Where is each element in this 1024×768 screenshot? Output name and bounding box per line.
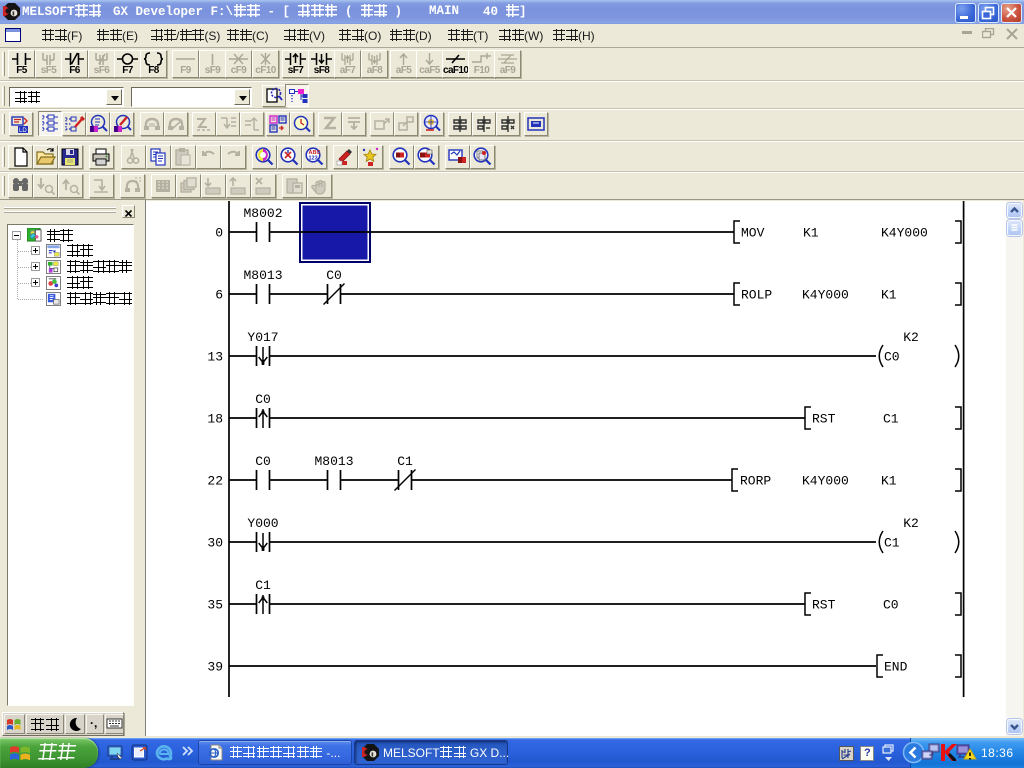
svg-text:END: END bbox=[884, 660, 908, 675]
svg-text:K1: K1 bbox=[881, 288, 897, 303]
svg-text:LD: LD bbox=[19, 128, 27, 134]
svg-text:30: 30 bbox=[207, 536, 223, 551]
svg-text:C1: C1 bbox=[883, 412, 899, 427]
svg-text:K4Y000: K4Y000 bbox=[802, 474, 849, 489]
svg-text:C0: C0 bbox=[326, 268, 342, 283]
svg-text:K4Y000: K4Y000 bbox=[802, 288, 849, 303]
svg-text:C0: C0 bbox=[883, 598, 899, 613]
svg-text:39: 39 bbox=[207, 660, 223, 675]
svg-text:M8013: M8013 bbox=[243, 268, 282, 283]
svg-text:0: 0 bbox=[215, 226, 223, 241]
svg-text:18: 18 bbox=[207, 412, 223, 427]
svg-text:K2: K2 bbox=[903, 330, 919, 345]
svg-text:M8013: M8013 bbox=[314, 454, 353, 469]
svg-text:C1: C1 bbox=[255, 578, 271, 593]
svg-text:RORP: RORP bbox=[740, 474, 771, 489]
svg-text:13: 13 bbox=[207, 350, 223, 365]
svg-text:K1: K1 bbox=[803, 226, 819, 241]
svg-text:Y000: Y000 bbox=[247, 516, 278, 531]
svg-text:K2: K2 bbox=[903, 516, 919, 531]
svg-text:22: 22 bbox=[207, 474, 223, 489]
svg-text:K1: K1 bbox=[881, 474, 897, 489]
svg-text:MOV: MOV bbox=[741, 226, 765, 241]
svg-text:RST: RST bbox=[812, 598, 836, 613]
svg-text:M8002: M8002 bbox=[243, 206, 282, 221]
svg-text:C1: C1 bbox=[397, 454, 413, 469]
svg-text:RST: RST bbox=[812, 412, 836, 427]
svg-text:K4Y000: K4Y000 bbox=[881, 226, 928, 241]
svg-text:C1: C1 bbox=[884, 536, 900, 551]
svg-text:Y017: Y017 bbox=[247, 330, 278, 345]
svg-text:6: 6 bbox=[215, 288, 223, 303]
svg-text:35: 35 bbox=[207, 598, 223, 613]
svg-text:ROLP: ROLP bbox=[741, 288, 772, 303]
svg-text:C0: C0 bbox=[884, 350, 900, 365]
svg-text:C0: C0 bbox=[255, 454, 271, 469]
svg-text:123: 123 bbox=[309, 156, 318, 162]
svg-text:C0: C0 bbox=[255, 392, 271, 407]
